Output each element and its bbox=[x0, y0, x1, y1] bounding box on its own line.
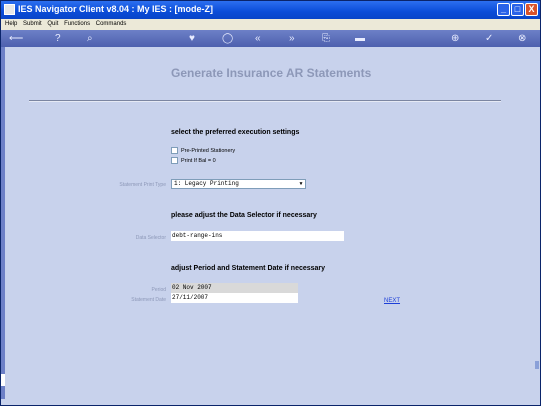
title-bar: IES Navigator Client v8.04 : My IES : [m… bbox=[1, 1, 540, 19]
checkbox-row-print-if-bal[interactable]: Print If Bal = 0 bbox=[171, 157, 216, 164]
close-button[interactable]: X bbox=[525, 3, 538, 16]
title-divider bbox=[29, 100, 501, 102]
menu-functions[interactable]: Functions bbox=[64, 19, 90, 30]
print-if-bal-checkbox[interactable] bbox=[171, 157, 178, 164]
section-heading-settings: select the preferred execution settings bbox=[171, 129, 300, 136]
next-icon[interactable]: » bbox=[289, 33, 295, 44]
next-link[interactable]: NEXT bbox=[384, 298, 400, 304]
help-icon[interactable]: ? bbox=[55, 33, 61, 44]
print-type-label: Statement Print Type bbox=[119, 182, 166, 188]
dropdown-arrow-icon[interactable]: ▼ bbox=[297, 180, 305, 188]
menu-help[interactable]: Help bbox=[5, 19, 17, 30]
menu-submit[interactable]: Submit bbox=[23, 19, 42, 30]
toolbar: ⟵ ? ⌕ ♥ ◯ « » ⎘ ▬ ⊕ ✓ ⊗ bbox=[1, 30, 540, 47]
menu-bar: Help Submit Quit Functions Commands bbox=[1, 19, 540, 30]
printer-icon[interactable]: ⊕ bbox=[451, 33, 459, 44]
checkbox-row-preprinted[interactable]: Pre-Printed Stationery bbox=[171, 147, 235, 154]
print-type-select[interactable]: 1: Legacy Printing ▼ bbox=[171, 179, 306, 189]
print-type-value: 1: Legacy Printing bbox=[174, 180, 239, 187]
heart-icon[interactable]: ♥ bbox=[189, 33, 195, 44]
side-panel-icon[interactable] bbox=[1, 374, 5, 386]
back-arrow-icon[interactable]: ⟵ bbox=[9, 33, 23, 44]
minimize-button[interactable]: _ bbox=[497, 3, 510, 16]
data-selector-input[interactable]: debt-range-ins bbox=[171, 231, 344, 241]
app-icon bbox=[4, 4, 15, 15]
scroll-marker[interactable] bbox=[535, 361, 539, 369]
section-heading-period: adjust Period and Statement Date if nece… bbox=[171, 265, 326, 272]
search-icon[interactable]: ⌕ bbox=[87, 33, 93, 44]
menu-quit[interactable]: Quit bbox=[47, 19, 58, 30]
period-label: Period bbox=[151, 287, 166, 293]
data-selector-label: Data Selector bbox=[135, 235, 166, 241]
period-input[interactable]: 02 Nov 2007 bbox=[171, 283, 298, 293]
maximize-button[interactable]: □ bbox=[511, 3, 524, 16]
right-strip bbox=[535, 47, 540, 399]
print-if-bal-label: Print If Bal = 0 bbox=[181, 157, 216, 164]
statement-date-label: Statement Date bbox=[131, 297, 166, 303]
page-title: Generate Insurance AR Statements bbox=[171, 66, 372, 80]
preprinted-label: Pre-Printed Stationery bbox=[181, 147, 236, 154]
copy-icon[interactable]: ⎘ bbox=[322, 33, 330, 44]
statement-date-input[interactable]: 27/11/2007 bbox=[171, 293, 298, 303]
section-heading-data-selector: please adjust the Data Selector if neces… bbox=[171, 212, 317, 219]
app-window: IES Navigator Client v8.04 : My IES : [m… bbox=[0, 0, 541, 406]
circle-icon[interactable]: ◯ bbox=[222, 33, 233, 44]
prev-icon[interactable]: « bbox=[255, 33, 261, 44]
window-title: IES Navigator Client v8.04 : My IES : [m… bbox=[18, 4, 214, 14]
document-icon[interactable]: ▬ bbox=[355, 33, 365, 44]
menu-commands[interactable]: Commands bbox=[96, 19, 127, 30]
preprinted-checkbox[interactable] bbox=[171, 147, 178, 154]
check-icon[interactable]: ✓ bbox=[485, 33, 493, 44]
cancel-icon[interactable]: ⊗ bbox=[518, 33, 526, 44]
